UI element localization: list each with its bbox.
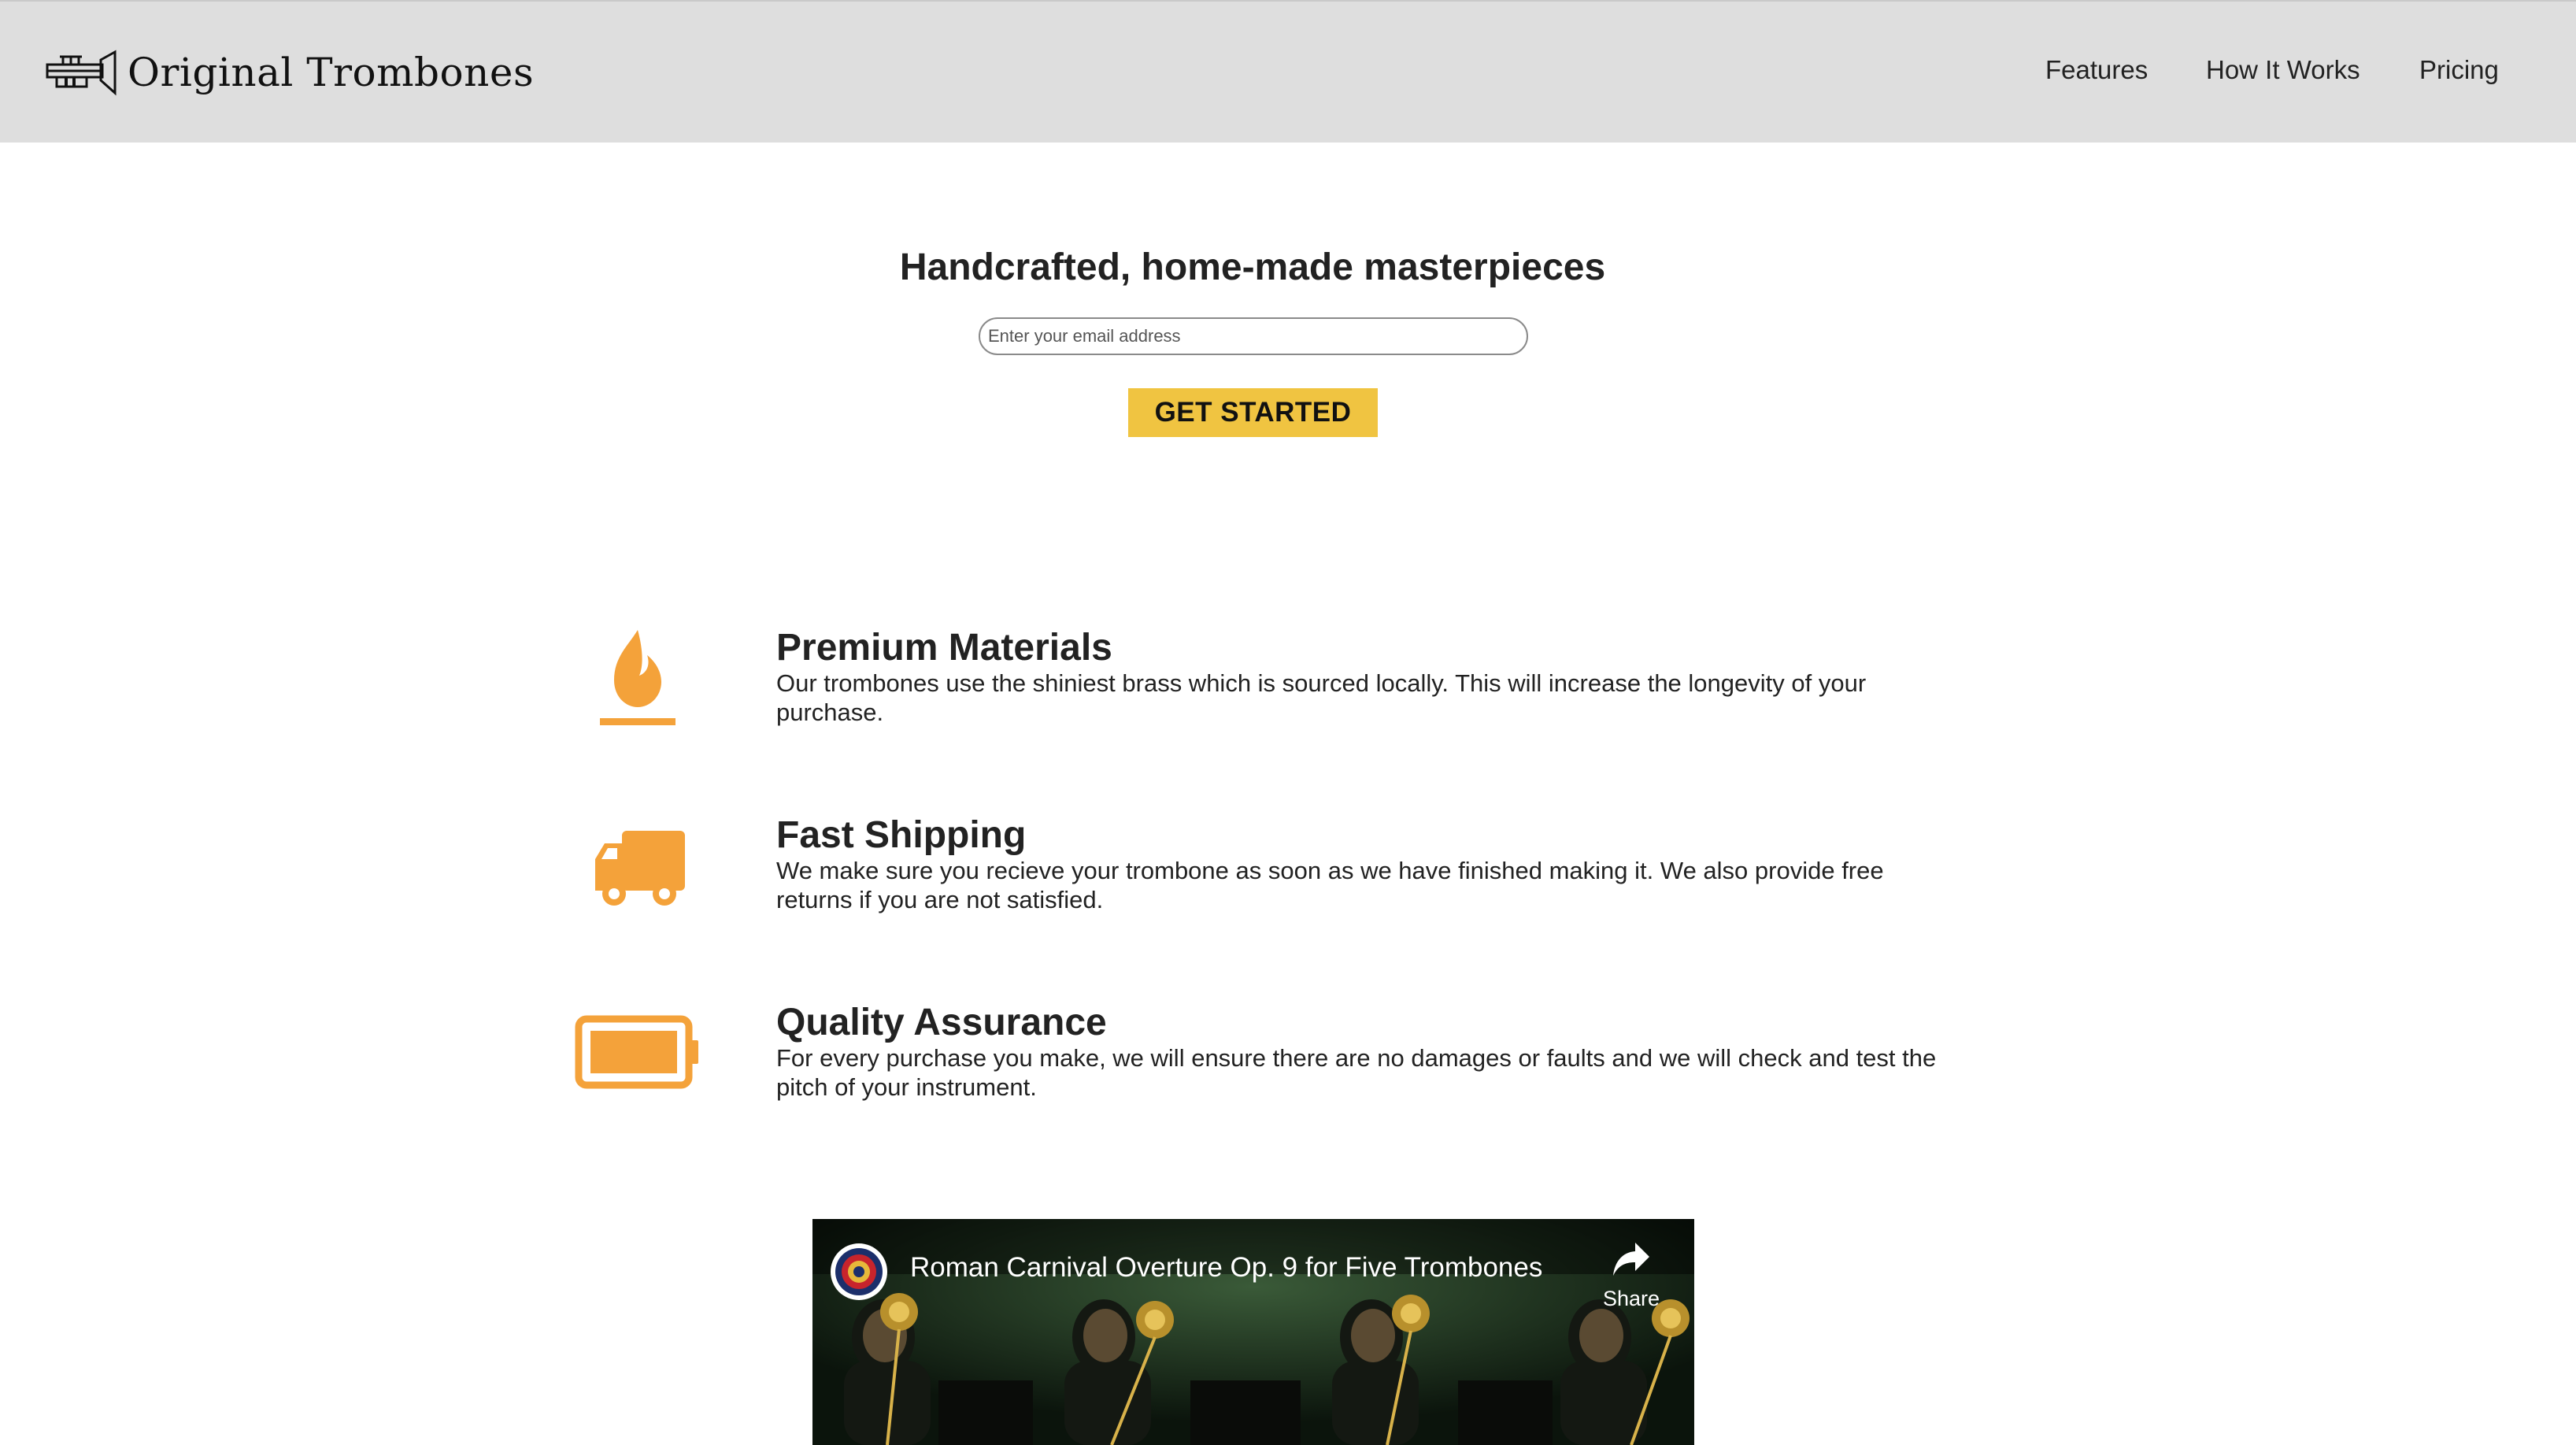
video-title[interactable]: Roman Carnival Overture Op. 9 for Five T… [910, 1252, 1542, 1284]
nav-link-features[interactable]: Features [2045, 55, 2148, 85]
truck-icon [595, 831, 685, 906]
site-header: Original Trombones Features How It Works… [0, 0, 2576, 143]
trumpet-icon [46, 50, 117, 96]
share-label: Share [1602, 1287, 1660, 1310]
feature-description: We make sure you recieve your trombone a… [776, 857, 1884, 913]
nav-link-pricing[interactable]: Pricing [2419, 55, 2499, 85]
video-player[interactable]: Roman Carnival Overture Op. 9 for Five T… [812, 1219, 1694, 1445]
logo-text: Original Trombones [128, 50, 535, 95]
share-arrow-icon [1613, 1243, 1649, 1276]
fire-icon [600, 630, 675, 725]
battery-full-icon [575, 1015, 698, 1089]
feature-title: Fast Shipping [776, 814, 1027, 856]
feature-title: Quality Assurance [776, 1002, 1107, 1043]
feature-title: Premium Materials [776, 627, 1112, 669]
hero-title: Handcrafted, home-made masterpieces [899, 246, 1606, 288]
email-input[interactable] [979, 317, 1528, 355]
feature-description: Our trombones use the shiniest brass whi… [776, 669, 1867, 726]
logo[interactable]: Original Trombones [44, 39, 534, 106]
nav-link-how-it-works[interactable]: How It Works [2206, 55, 2360, 85]
channel-logo-icon[interactable] [830, 1243, 888, 1301]
share-button[interactable]: Share [1600, 1241, 1663, 1312]
get-started-button[interactable]: GET STARTED [1128, 388, 1378, 437]
nav-bar: Features How It Works Pricing [1789, 2, 2576, 144]
feature-description: For every purchase you make, we will ens… [776, 1044, 1937, 1101]
